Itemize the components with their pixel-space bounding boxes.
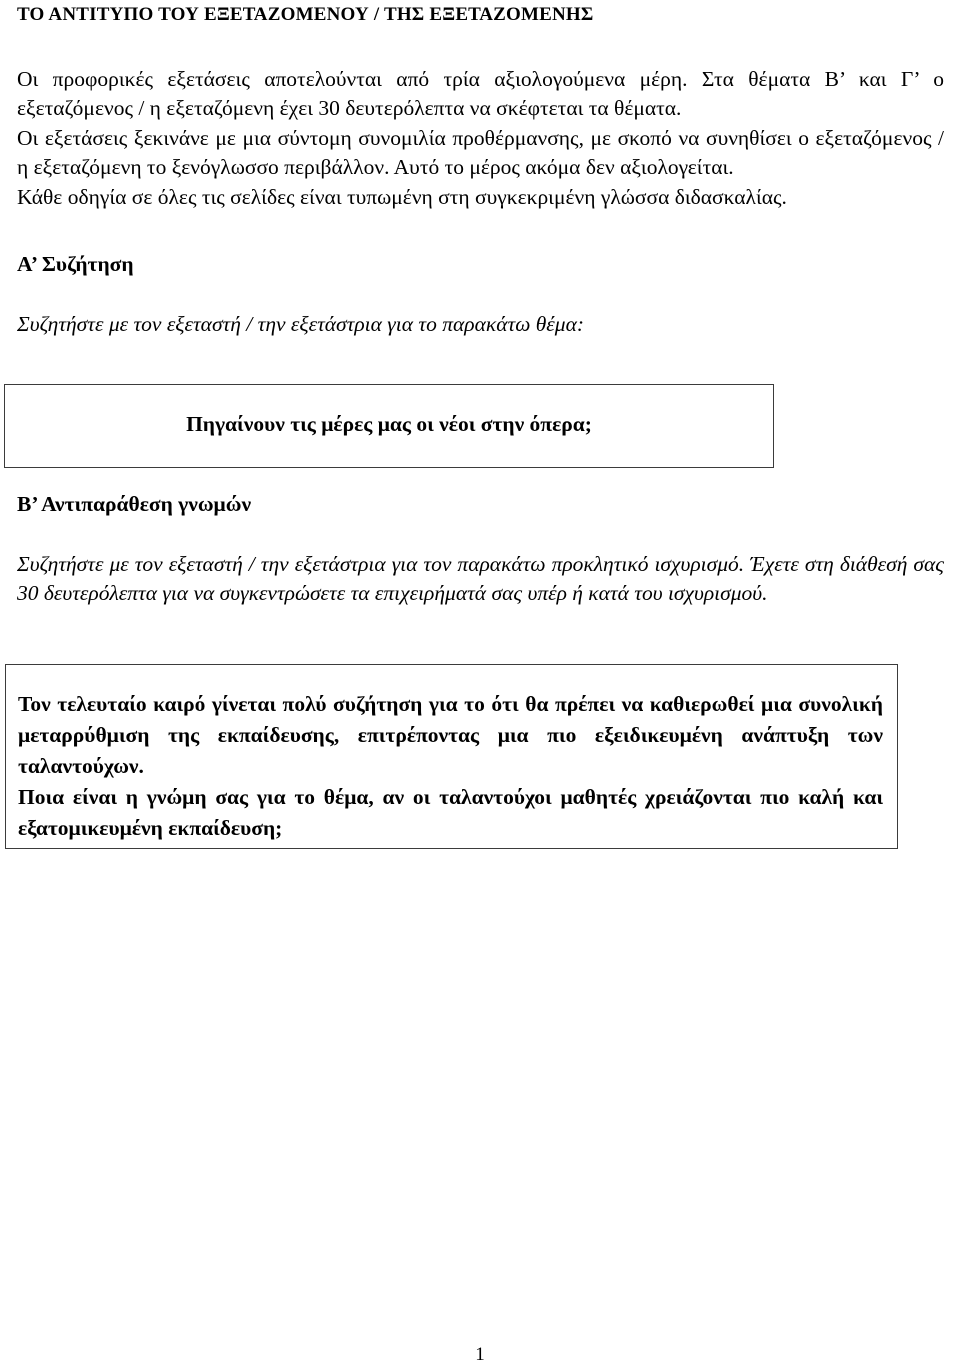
document-body: ΤΟ ΑΝΤΙΤΥΠΟ ΤΟΥ ΕΞΕΤΑΖΟΜΕΝΟΥ / ΤΗΣ ΕΞΕΤΑ…: [17, 0, 944, 339]
section-b-heading: Β’ Αντιπαράθεση γνωμών: [17, 492, 252, 516]
section-b-instruction: Συζητήστε με τον εξεταστή / την εξετάστρ…: [17, 551, 944, 606]
intro-paragraph-2: Οι εξετάσεις ξεκινάνε με μια σύντομη συν…: [17, 125, 944, 180]
page-title: ΤΟ ΑΝΤΙΤΥΠΟ ΤΟΥ ΕΞΕΤΑΖΟΜΕΝΟΥ / ΤΗΣ ΕΞΕΤΑ…: [17, 4, 594, 25]
page-number: 1: [475, 1344, 485, 1365]
section-a-topic-box: Πηγαίνουν τις μέρες μας οι νέοι στην όπε…: [4, 384, 774, 468]
document-page: ΤΟ ΑΝΤΙΤΥΠΟ ΤΟΥ ΕΞΕΤΑΖΟΜΕΝΟΥ / ΤΗΣ ΕΞΕΤΑ…: [0, 0, 960, 1369]
section-b-body: Β’ Αντιπαράθεση γνωμών Συζητήστε με τον …: [17, 490, 944, 609]
intro-paragraph-3: Κάθε οδηγία σε όλες τις σελίδες είναι τυ…: [17, 184, 787, 209]
intro-paragraph-1: Οι προφορικές εξετάσεις αποτελούνται από…: [17, 66, 944, 121]
section-a-heading: Α’ Συζήτηση: [17, 252, 134, 277]
section-a-instruction: Συζητήστε με τον εξεταστή / την εξετάστρ…: [17, 311, 585, 336]
intro-paragraph-group: Οι προφορικές εξετάσεις αποτελούνται από…: [17, 65, 944, 213]
section-b-statement-box: Τον τελευταίο καιρό γίνεται πολύ συζήτησ…: [5, 664, 898, 849]
section-a-topic-text: Πηγαίνουν τις μέρες μας οι νέοι στην όπε…: [186, 412, 592, 437]
section-b-statement-paragraph-2: Ποια είναι η γνώμη σας για το θέμα, αν ο…: [18, 785, 883, 840]
section-b-statement-paragraph-1: Τον τελευταίο καιρό γίνεται πολύ συζήτησ…: [18, 692, 883, 778]
